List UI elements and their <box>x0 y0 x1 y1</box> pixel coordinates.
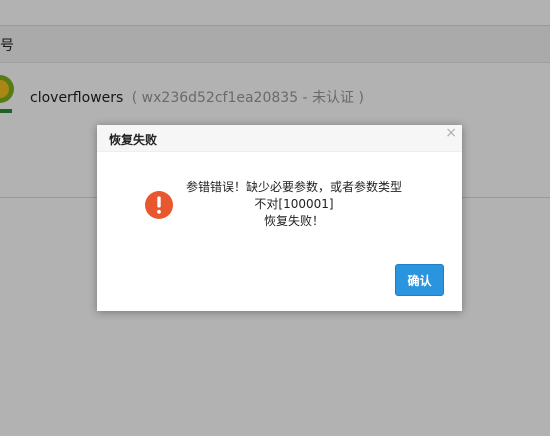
confirm-button[interactable]: 确认 <box>395 264 444 296</box>
error-message-line: 不对[100001] <box>254 197 334 211</box>
error-message-line: 恢复失败！ <box>263 214 324 228</box>
error-message: 参错错误！缺少必要参数，或者参数类型 不对[100001] 恢复失败！ <box>164 179 424 230</box>
dialog-header: 恢复失败 × <box>97 125 462 152</box>
error-message-line: 参错错误！缺少必要参数，或者参数类型 <box>185 180 402 194</box>
close-icon[interactable]: × <box>445 126 457 140</box>
dialog-title: 恢复失败 <box>109 133 158 147</box>
restore-failed-dialog: 恢复失败 × 参错错误！缺少必要参数，或者参数类型 不对[100001] 恢复失… <box>97 125 462 311</box>
